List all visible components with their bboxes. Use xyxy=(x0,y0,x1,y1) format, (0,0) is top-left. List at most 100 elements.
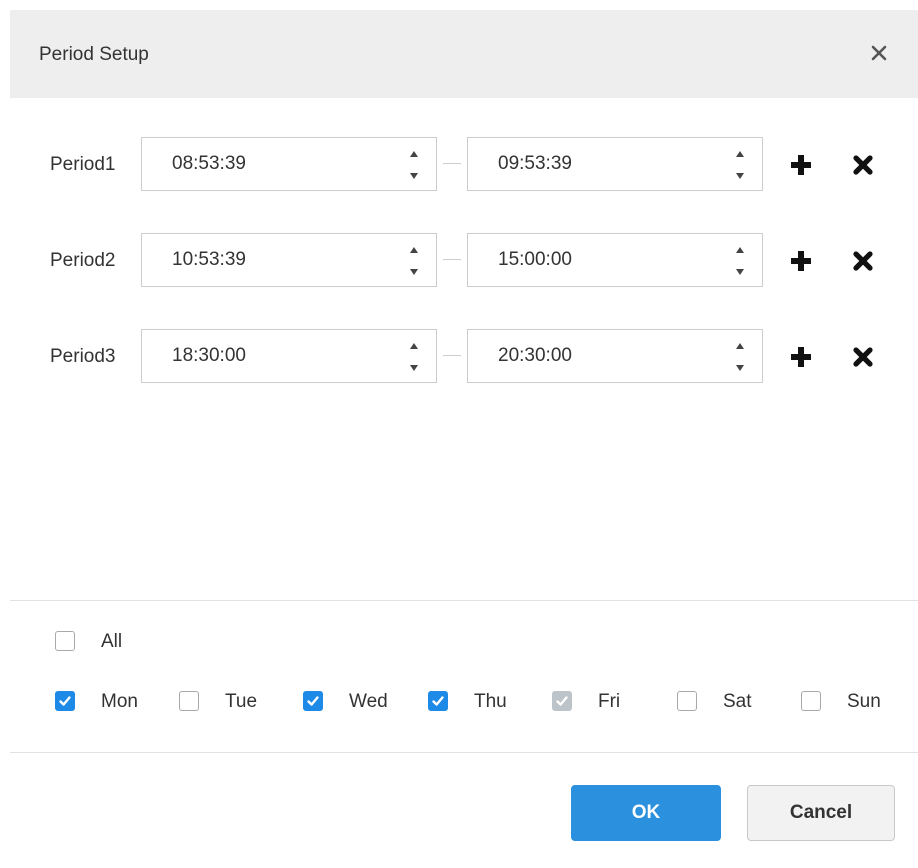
dialog-header: Period Setup xyxy=(10,10,918,98)
end-time-input[interactable] xyxy=(498,248,698,272)
start-time-input[interactable] xyxy=(172,344,372,368)
dialog-title: Period Setup xyxy=(39,44,149,65)
checkbox-box xyxy=(55,631,75,651)
caret-up-icon xyxy=(410,247,418,253)
caret-down-icon xyxy=(410,173,418,179)
caret-down-icon xyxy=(736,173,744,179)
x-icon xyxy=(853,347,873,367)
start-time-input[interactable] xyxy=(172,248,372,272)
spin-up-button[interactable] xyxy=(732,146,748,162)
spin-down-button[interactable] xyxy=(406,168,422,184)
all-days-checkbox[interactable]: All xyxy=(55,630,135,656)
divider xyxy=(10,752,918,753)
spin-down-button[interactable] xyxy=(406,360,422,376)
start-time-field[interactable] xyxy=(141,233,437,287)
remove-period-button[interactable] xyxy=(850,344,876,370)
day-checkbox-tue[interactable]: Tue xyxy=(179,690,279,716)
time-spinner xyxy=(732,242,748,280)
add-period-button[interactable] xyxy=(788,344,814,370)
start-time-field[interactable] xyxy=(141,329,437,383)
x-icon xyxy=(853,155,873,175)
x-icon xyxy=(853,251,873,271)
caret-up-icon xyxy=(736,247,744,253)
day-checkbox-fri: Fri xyxy=(552,690,652,716)
plus-icon xyxy=(791,347,811,367)
period-row: Period3 xyxy=(0,329,918,385)
caret-up-icon xyxy=(410,343,418,349)
range-separator xyxy=(443,163,461,164)
spin-up-button[interactable] xyxy=(406,338,422,354)
day-checkbox-wed[interactable]: Wed xyxy=(303,690,403,716)
checkbox-label: Mon xyxy=(101,691,138,712)
checkbox-label: Wed xyxy=(349,691,388,712)
checkbox-label: Tue xyxy=(225,691,258,712)
checkmark-icon xyxy=(59,696,71,706)
checkmark-icon xyxy=(307,696,319,706)
time-spinner xyxy=(406,242,422,280)
range-separator xyxy=(443,355,461,356)
ok-button[interactable]: OK xyxy=(571,785,721,841)
day-checkbox-mon[interactable]: Mon xyxy=(55,690,155,716)
day-checkbox-sun[interactable]: Sun xyxy=(801,690,901,716)
time-spinner xyxy=(406,146,422,184)
spin-down-button[interactable] xyxy=(732,360,748,376)
period-setup-dialog: Period Setup Period1 08:53:39 09:53:39 P… xyxy=(0,0,918,868)
spin-down-button[interactable] xyxy=(732,168,748,184)
caret-up-icon xyxy=(736,151,744,157)
checkbox-label: Fri xyxy=(598,691,621,712)
remove-period-button[interactable] xyxy=(850,248,876,274)
start-time-input[interactable] xyxy=(172,152,372,176)
spin-up-button[interactable] xyxy=(406,242,422,258)
checkbox-box xyxy=(428,691,448,711)
checkbox-label: All xyxy=(101,631,123,652)
range-separator xyxy=(443,259,461,260)
end-time-field[interactable] xyxy=(467,137,763,191)
time-spinner xyxy=(406,338,422,376)
checkmark-icon xyxy=(432,696,444,706)
end-time-input[interactable] xyxy=(498,152,698,176)
divider xyxy=(10,600,918,601)
checkbox-box xyxy=(552,691,572,711)
cancel-button[interactable]: Cancel xyxy=(747,785,895,841)
period-label: Period3 xyxy=(50,346,116,367)
period-row: Period1 xyxy=(0,137,918,193)
plus-icon xyxy=(791,251,811,271)
end-time-field[interactable] xyxy=(467,233,763,287)
caret-down-icon xyxy=(410,269,418,275)
checkbox-box xyxy=(677,691,697,711)
checkbox-box xyxy=(801,691,821,711)
spin-down-button[interactable] xyxy=(406,264,422,280)
add-period-button[interactable] xyxy=(788,248,814,274)
period-label: Period1 xyxy=(50,154,116,175)
caret-down-icon xyxy=(736,365,744,371)
checkbox-box xyxy=(179,691,199,711)
period-row: Period2 xyxy=(0,233,918,289)
checkbox-box xyxy=(55,691,75,711)
spin-down-button[interactable] xyxy=(732,264,748,280)
add-period-button[interactable] xyxy=(788,152,814,178)
plus-icon xyxy=(791,155,811,175)
end-time-input[interactable] xyxy=(498,344,698,368)
time-spinner xyxy=(732,146,748,184)
caret-down-icon xyxy=(736,269,744,275)
close-icon xyxy=(871,45,887,61)
checkbox-box xyxy=(303,691,323,711)
spin-up-button[interactable] xyxy=(732,242,748,258)
checkmark-icon xyxy=(556,696,568,706)
start-time-field[interactable] xyxy=(141,137,437,191)
checkbox-label: Sun xyxy=(847,691,881,712)
day-checkbox-thu[interactable]: Thu xyxy=(428,690,528,716)
close-button[interactable] xyxy=(864,38,894,68)
checkbox-label: Sat xyxy=(723,691,752,712)
checkbox-label: Thu xyxy=(474,691,507,712)
caret-down-icon xyxy=(410,365,418,371)
day-checkbox-sat[interactable]: Sat xyxy=(677,690,777,716)
end-time-field[interactable] xyxy=(467,329,763,383)
period-label: Period2 xyxy=(50,250,116,271)
remove-period-button[interactable] xyxy=(850,152,876,178)
caret-up-icon xyxy=(410,151,418,157)
time-spinner xyxy=(732,338,748,376)
caret-up-icon xyxy=(736,343,744,349)
spin-up-button[interactable] xyxy=(406,146,422,162)
spin-up-button[interactable] xyxy=(732,338,748,354)
